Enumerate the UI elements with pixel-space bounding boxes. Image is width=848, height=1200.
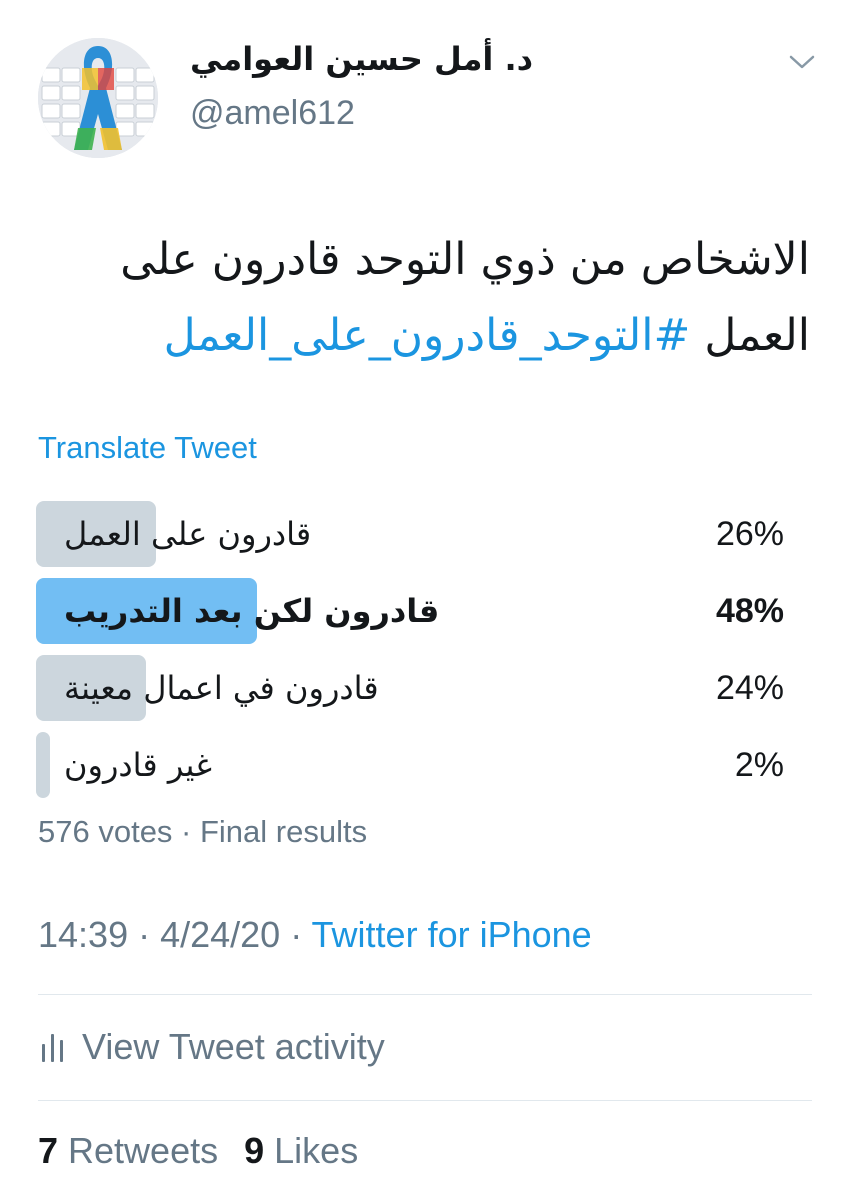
chevron-down-icon[interactable]: [788, 50, 816, 74]
awareness-ribbon-avatar-image: [38, 38, 158, 158]
timestamp: 14:39 · 4/24/20 ·: [38, 914, 312, 955]
tweet-meta: 14:39 · 4/24/20 · Twitter for iPhone: [38, 914, 592, 956]
avatar[interactable]: [38, 38, 158, 158]
likes-stat[interactable]: 9 Likes: [244, 1130, 358, 1171]
tweet-text: الاشخاص من ذوي التوحد قادرون على العمل #…: [40, 222, 810, 374]
poll-option: قادرون على العمل 26%: [36, 501, 812, 571]
translate-tweet-link[interactable]: Translate Tweet: [38, 430, 257, 466]
likes-count: 9: [244, 1130, 265, 1171]
source-link[interactable]: Twitter for iPhone: [312, 914, 592, 955]
poll-option: غير قادرون 2%: [36, 732, 812, 802]
poll-option-label: غير قادرون: [64, 746, 212, 784]
bar-chart-icon: [38, 1030, 68, 1064]
poll-option-percent: 24%: [715, 669, 784, 707]
retweets-label: Retweets: [58, 1130, 219, 1171]
poll-option: قادرون في اعمال معينة 24%: [36, 655, 812, 725]
display-name[interactable]: د. أمل حسين العوامي: [190, 40, 610, 78]
poll-option-percent: 26%: [715, 515, 784, 553]
engagement-stats: 7 Retweets 9 Likes: [38, 1130, 374, 1172]
poll-option-percent: 48%: [715, 592, 784, 630]
poll-option-label: قادرون لكن بعد التدريب: [64, 592, 440, 630]
divider: [38, 1100, 812, 1101]
poll-option: قادرون لكن بعد التدريب 48%: [36, 578, 812, 648]
retweets-count: 7: [38, 1130, 59, 1171]
hashtag-link[interactable]: #التوحد_قادرون_على_العمل: [164, 310, 691, 361]
retweets-stat[interactable]: 7 Retweets: [38, 1130, 218, 1171]
poll-option-label: قادرون في اعمال معينة: [64, 669, 379, 707]
poll-option-bar: [36, 732, 50, 798]
poll-option-label: قادرون على العمل: [64, 515, 312, 553]
activity-label: View Tweet activity: [82, 1026, 385, 1067]
poll-option-percent: 2%: [734, 746, 784, 784]
likes-label: Likes: [264, 1130, 359, 1171]
view-tweet-activity-button[interactable]: View Tweet activity: [38, 1024, 385, 1070]
user-handle[interactable]: @amel612: [190, 94, 355, 133]
divider: [38, 994, 812, 995]
poll-summary: 576 votes · Final results: [38, 814, 368, 849]
